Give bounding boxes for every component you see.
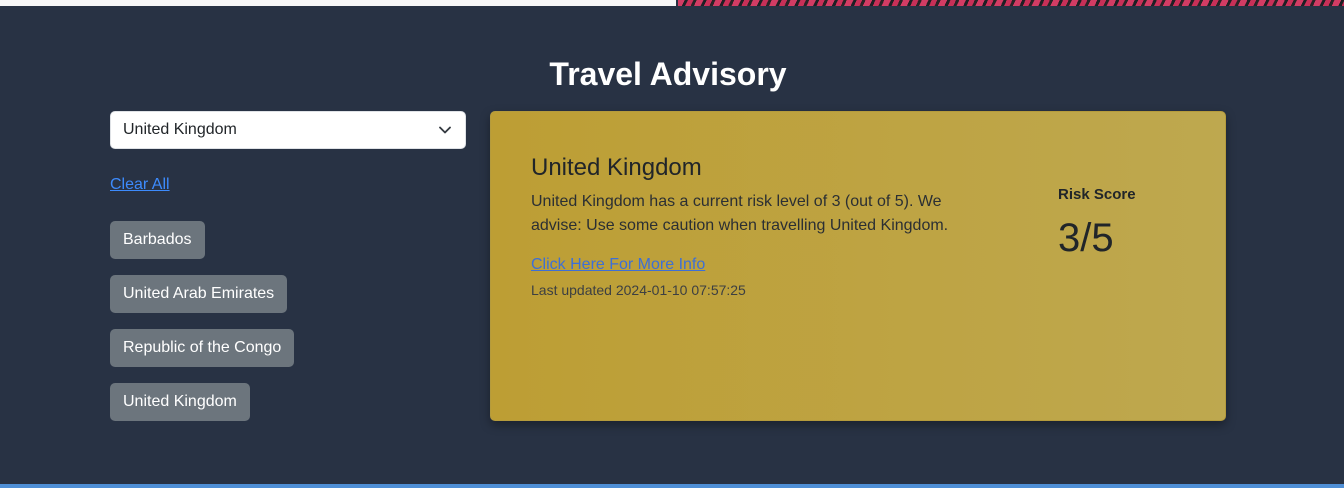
advisory-country-title: United Kingdom [531,154,702,181]
page-title: Travel Advisory [549,56,787,92]
risk-score-label: Risk Score [1058,186,1136,203]
top-banner-strip [0,0,1344,6]
country-select[interactable]: United Kingdom [110,111,466,149]
banner-pattern-image [678,0,1344,6]
country-chip-united-kingdom[interactable]: United Kingdom [110,383,250,421]
country-select-value: United Kingdom [123,121,237,138]
country-chip-republic-of-the-congo[interactable]: Republic of the Congo [110,329,295,367]
risk-score-value: 3/5 [1058,216,1114,260]
country-chip-barbados[interactable]: Barbados [110,221,205,259]
advisory-description: United Kingdom has a current risk level … [531,193,949,234]
country-chip-united-arab-emirates[interactable]: United Arab Emirates [110,275,288,313]
last-updated-text: Last updated 2024-01-10 07:57:25 [531,282,746,298]
chevron-down-icon [437,122,453,138]
advisory-card: United Kingdom United Kingdom has a curr… [490,111,1226,421]
banner-light-section [0,0,676,6]
bottom-accent-bar [0,484,1344,488]
clear-all-link[interactable]: Clear All [110,176,170,194]
more-info-link[interactable]: Click Here For More Info [531,256,705,274]
